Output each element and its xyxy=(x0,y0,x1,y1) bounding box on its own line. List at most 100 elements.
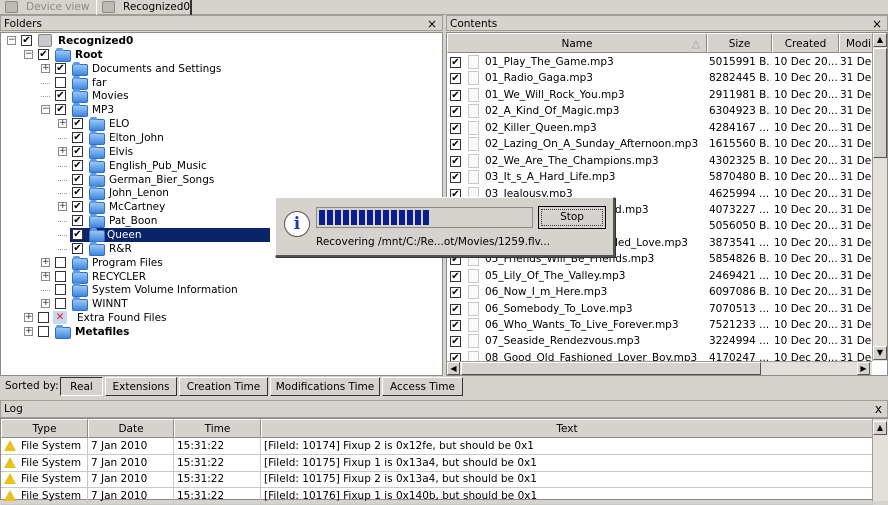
expand-icon[interactable]: + xyxy=(41,257,50,267)
tree-checkbox[interactable]: ✔ xyxy=(72,145,83,157)
tree-item[interactable]: + ✕ Extra Found Files xyxy=(1,311,441,325)
tree-checkbox[interactable]: ✔ xyxy=(72,201,83,213)
tree-item[interactable]: + ✔ Documents and Settings xyxy=(1,61,441,76)
sort-access-time-button[interactable]: Access Time xyxy=(382,377,463,396)
tab-device-view[interactable]: Device view xyxy=(0,0,92,15)
log-row[interactable]: File System 7 Jan 2010 15:31:22 [FileId: 10… xyxy=(1,454,873,472)
scroll-right-icon[interactable]: ▶ xyxy=(857,362,870,375)
scroll-up-icon[interactable]: ▲ xyxy=(873,33,887,47)
file-row[interactable]: ✔ 02_Lazing_On_A_Sunday_Afternoon.mp3 1615… xyxy=(447,136,872,152)
horizontal-scrollbar[interactable]: ◀ ▶ xyxy=(447,361,872,375)
tree-checkbox[interactable]: ✔ xyxy=(55,90,66,102)
file-checkbox[interactable]: ✔ xyxy=(450,270,461,282)
file-checkbox[interactable]: ✔ xyxy=(450,57,461,68)
log-column-time[interactable]: Time xyxy=(174,419,261,438)
expand-icon[interactable]: + xyxy=(24,313,33,323)
tree-item[interactable]: + ✔ ELO xyxy=(1,117,441,132)
log-column-text[interactable]: Text xyxy=(261,419,873,438)
tree-checkbox[interactable] xyxy=(38,312,49,324)
file-row[interactable]: ✔ 02_A_Kind_Of_Magic.mp3 6304923 B... 10 De… xyxy=(447,103,872,119)
tree-checkbox[interactable]: ✔ xyxy=(72,132,83,144)
tree-checkbox[interactable]: ✔ xyxy=(72,159,83,171)
tab-recognized0[interactable]: Recognized0 xyxy=(96,0,192,15)
tree-checkbox[interactable]: ✔ xyxy=(38,48,49,60)
expand-icon[interactable]: + xyxy=(41,63,50,73)
tree-item[interactable]: far xyxy=(1,75,441,90)
tree-checkbox[interactable]: ✔ xyxy=(55,62,66,74)
file-row[interactable]: ✔ 01_Play_The_Game.mp3 5015991 B... 10 Dec … xyxy=(447,54,872,70)
tree-checkbox[interactable]: ✔ xyxy=(72,118,83,130)
column-header-name[interactable]: Name △ xyxy=(447,33,707,53)
tree-checkbox[interactable] xyxy=(55,270,66,282)
log-column-date[interactable]: Date xyxy=(88,419,174,438)
file-checkbox[interactable]: ✔ xyxy=(450,122,461,134)
log-row[interactable]: File System 7 Jan 2010 15:31:22 [FileId: 10… xyxy=(1,487,873,505)
file-row[interactable]: ✔ 06_Who_Wants_To_Live_Forever.mp3 7521233… xyxy=(447,317,872,333)
scroll-left-icon[interactable]: ◀ xyxy=(447,362,460,375)
log-column-type[interactable]: Type xyxy=(1,419,88,438)
file-row[interactable]: ✔ 02_Killer_Queen.mp3 4284167 ... 10 Dec 20… xyxy=(447,120,872,136)
expand-icon[interactable]: + xyxy=(24,327,33,337)
file-row[interactable]: ✔ 01_We_Will_Rock_You.mp3 2911981 B... 10 D… xyxy=(447,87,872,103)
scroll-down-icon[interactable]: ▼ xyxy=(873,346,887,360)
tree-checkbox[interactable]: ✔ xyxy=(72,173,83,185)
tree-checkbox[interactable] xyxy=(55,298,66,310)
tree-checkbox[interactable]: ✔ xyxy=(55,104,66,116)
file-checkbox[interactable]: ✔ xyxy=(450,155,461,167)
tree-item[interactable]: ✔ German_Bier_Songs xyxy=(1,172,441,187)
tree-item[interactable]: ✔ English_Pub_Music xyxy=(1,158,441,173)
file-row[interactable]: ✔ 06_Somebody_To_Love.mp3 7070513 ... 10 De… xyxy=(447,301,872,317)
tree-item[interactable]: + ✔ Elvis xyxy=(1,144,441,159)
stop-button[interactable]: Stop xyxy=(538,206,606,229)
tree-checkbox[interactable]: ✔ xyxy=(21,35,32,46)
log-table[interactable]: Type Date Time Text File System 7 Jan 201… xyxy=(0,418,888,505)
vertical-scrollbar[interactable]: ▲ ▼ xyxy=(872,33,887,361)
tree-item[interactable]: − ✔ MP3 xyxy=(1,103,441,118)
file-row[interactable]: ✔ 03_It_s_A_Hard_Life.mp3 5870480 B... 10 D… xyxy=(447,169,872,185)
tree-checkbox[interactable] xyxy=(38,326,49,338)
sort-real-button[interactable]: Real xyxy=(60,377,103,396)
tree-item[interactable]: + Program Files xyxy=(1,255,441,270)
tree-checkbox[interactable]: ✔ xyxy=(72,187,83,199)
log-row[interactable]: File System 7 Jan 2010 15:31:22 [FileId: 10… xyxy=(1,438,873,455)
log-row[interactable]: File System 7 Jan 2010 15:31:22 [FileId: 10… xyxy=(1,471,873,488)
file-row[interactable]: ✔ 07_Seaside_Rendezvous.mp3 3224994 ... 10 … xyxy=(447,333,872,349)
tree-item[interactable]: ✔ Movies xyxy=(1,89,441,104)
file-checkbox[interactable]: ✔ xyxy=(450,320,461,332)
tree-item[interactable]: − ✔ Recognized0 xyxy=(1,34,441,48)
file-checkbox[interactable]: ✔ xyxy=(450,303,461,315)
collapse-icon[interactable]: − xyxy=(24,49,33,59)
tree-checkbox[interactable] xyxy=(55,284,66,296)
scroll-thumb-horizontal[interactable] xyxy=(461,362,761,375)
file-row[interactable]: ✔ 06_Now_I_m_Here.mp3 6097086 B... 10 Dec 2… xyxy=(447,284,872,300)
collapse-icon[interactable]: − xyxy=(7,36,16,45)
column-header-size[interactable]: Size xyxy=(707,33,772,53)
tree-item[interactable]: + RECYCLER xyxy=(1,269,441,284)
file-checkbox[interactable]: ✔ xyxy=(450,106,461,118)
tree-checkbox[interactable]: ✔ xyxy=(72,242,83,254)
tree-item[interactable]: + Metafiles xyxy=(1,325,441,340)
tree-item[interactable]: System Volume Information xyxy=(1,283,441,298)
tree-item[interactable]: ✔ Elton_John xyxy=(1,131,441,146)
tree-item[interactable]: − ✔ Root xyxy=(1,47,441,62)
close-log-icon[interactable]: x xyxy=(875,401,882,417)
file-checkbox[interactable]: ✔ xyxy=(450,287,461,299)
sort-modifications-time-button[interactable]: Modifications Time xyxy=(270,377,380,396)
file-checkbox[interactable]: ✔ xyxy=(450,336,461,348)
expand-icon[interactable]: + xyxy=(41,299,50,309)
scroll-thumb[interactable] xyxy=(873,48,887,158)
tree-checkbox[interactable]: ✔ xyxy=(72,215,83,227)
file-checkbox[interactable]: ✔ xyxy=(450,89,461,101)
collapse-icon[interactable]: − xyxy=(41,105,50,115)
sort-creation-time-button[interactable]: Creation Time xyxy=(179,377,268,396)
scroll-up-icon[interactable]: ▲ xyxy=(873,421,887,435)
file-checkbox[interactable]: ✔ xyxy=(450,139,461,151)
close-contents-icon[interactable]: × xyxy=(872,16,882,32)
tree-item[interactable]: + WINNT xyxy=(1,297,441,312)
column-header-created[interactable]: Created xyxy=(772,33,839,53)
expand-icon[interactable]: + xyxy=(58,146,67,156)
file-checkbox[interactable]: ✔ xyxy=(450,73,461,85)
tree-checkbox[interactable] xyxy=(55,256,66,268)
sort-extensions-button[interactable]: Extensions xyxy=(105,377,177,396)
log-vertical-scrollbar[interactable]: ▲ xyxy=(872,419,888,501)
